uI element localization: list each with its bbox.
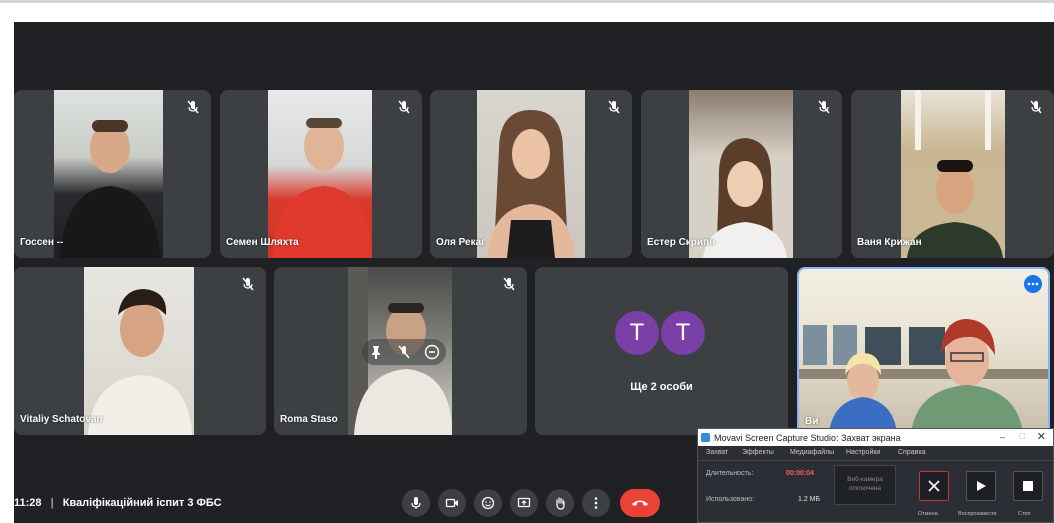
mic-off-icon: [185, 99, 201, 115]
participant-video: [268, 90, 372, 258]
participant-name: Естер Скрипн: [647, 237, 716, 248]
participant-tile[interactable]: Семен Шляхта: [220, 90, 422, 258]
window-top-border: [0, 0, 1054, 3]
participant-name: Roma Staso: [280, 414, 338, 425]
stop-label: Стоп: [1018, 511, 1031, 517]
minimize-icon[interactable]: –: [1000, 432, 1005, 442]
duration-label: Длительность:: [706, 470, 754, 477]
raise-hand-icon[interactable]: [546, 489, 574, 517]
participant-video: [689, 90, 793, 258]
meeting-title: Кваліфікаційний іспит 3 ФБС: [62, 497, 222, 509]
webcam-status: Веб-камера отключена: [847, 476, 883, 492]
menu-settings[interactable]: Настройки: [846, 449, 880, 456]
app-logo-icon: [701, 433, 710, 442]
participant-video: [54, 90, 163, 258]
self-view-tile[interactable]: Ви: [797, 267, 1050, 435]
meeting-info: 11:28 | Кваліфікаційний іспит 3 ФБС: [14, 497, 222, 509]
participant-tile[interactable]: Vitaliy Schatovan: [14, 267, 266, 435]
mic-off-icon: [816, 99, 832, 115]
play-button[interactable]: [966, 471, 996, 501]
others-tile[interactable]: T T Ще 2 особи: [535, 267, 788, 435]
stop-button[interactable]: [1013, 471, 1043, 501]
self-view-video: [799, 269, 1048, 433]
recorder-title: Movavi Screen Capture Studio: Захват экр…: [714, 432, 901, 443]
screenshot: Госсен -- Семен Шляхта Оля Рекаг Естер С…: [0, 0, 1054, 523]
participant-name: Госсен --: [20, 237, 64, 248]
mic-off-icon: [1028, 99, 1044, 115]
used-value: 1.2 МБ: [798, 496, 821, 503]
person-figure: [272, 118, 372, 258]
camera-icon[interactable]: [438, 489, 466, 517]
used-label: Использовано:: [706, 496, 755, 503]
participant-avatar: T: [659, 309, 707, 357]
menu-capture[interactable]: Захват: [706, 449, 728, 456]
tile-hover-controls: [362, 339, 446, 365]
mute-participant-icon[interactable]: [396, 344, 412, 360]
person-figure: [88, 289, 192, 435]
remove-icon[interactable]: [424, 344, 440, 360]
participant-tile[interactable]: Естер Скрипн: [641, 90, 842, 258]
webcam-preview: Веб-камера отключена: [834, 465, 896, 505]
participant-tile[interactable]: Госсен --: [14, 90, 211, 258]
participant-video: [901, 90, 1005, 258]
mic-off-icon: [501, 276, 517, 292]
participant-video: [84, 267, 194, 435]
more-options-icon[interactable]: [582, 489, 610, 517]
participant-name: Ваня Крижан: [857, 237, 922, 248]
menu-effects[interactable]: Эффекты: [742, 449, 774, 456]
meeting-separator: |: [50, 497, 54, 509]
person-figure: [703, 138, 787, 258]
person-figure: [487, 110, 575, 258]
duration-value: 00:00:04: [786, 470, 815, 477]
person-figure: [60, 120, 160, 258]
participant-avatar: T: [613, 309, 661, 357]
participant-tile[interactable]: Ваня Крижан: [851, 90, 1054, 258]
recorder-window: Movavi Screen Capture Studio: Захват экр…: [697, 428, 1054, 523]
participant-name: Vitaliy Schatovan: [20, 414, 103, 425]
mic-off-icon: [606, 99, 622, 115]
pin-icon[interactable]: [368, 344, 384, 360]
maximize-icon[interactable]: □: [1020, 431, 1025, 441]
participant-name: Ви: [805, 416, 819, 427]
close-icon[interactable]: ✕: [1037, 430, 1046, 443]
more-participants-label: Ще 2 особи: [630, 381, 693, 393]
mic-off-icon: [396, 99, 412, 115]
recorder-titlebar: Movavi Screen Capture Studio: Захват экр…: [698, 429, 1053, 446]
participant-name: Семен Шляхта: [226, 237, 299, 248]
meeting-time: 11:28: [14, 497, 42, 509]
participant-tile[interactable]: Roma Staso: [274, 267, 527, 435]
cancel-label: Отмена: [918, 511, 938, 517]
mic-off-icon: [240, 276, 256, 292]
hang-up-icon[interactable]: [620, 489, 660, 517]
participant-name: Оля Рекаг: [436, 237, 486, 248]
menu-media[interactable]: Медиафайлы: [790, 449, 834, 456]
participant-video: [477, 90, 585, 258]
more-options-icon[interactable]: [1024, 275, 1042, 293]
microphone-icon[interactable]: [402, 489, 430, 517]
person-figure: [907, 90, 1003, 258]
cancel-button[interactable]: [919, 471, 949, 501]
recorder-menu: Захват Эффекты Медиафайлы Настройки Спра…: [698, 446, 1053, 461]
participant-tile[interactable]: Оля Рекаг: [430, 90, 632, 258]
menu-help[interactable]: Справка: [898, 449, 925, 456]
present-icon[interactable]: [510, 489, 538, 517]
emoji-icon[interactable]: [474, 489, 502, 517]
play-label: Воспроизвести: [958, 511, 997, 517]
classroom-scene: [799, 319, 1048, 433]
